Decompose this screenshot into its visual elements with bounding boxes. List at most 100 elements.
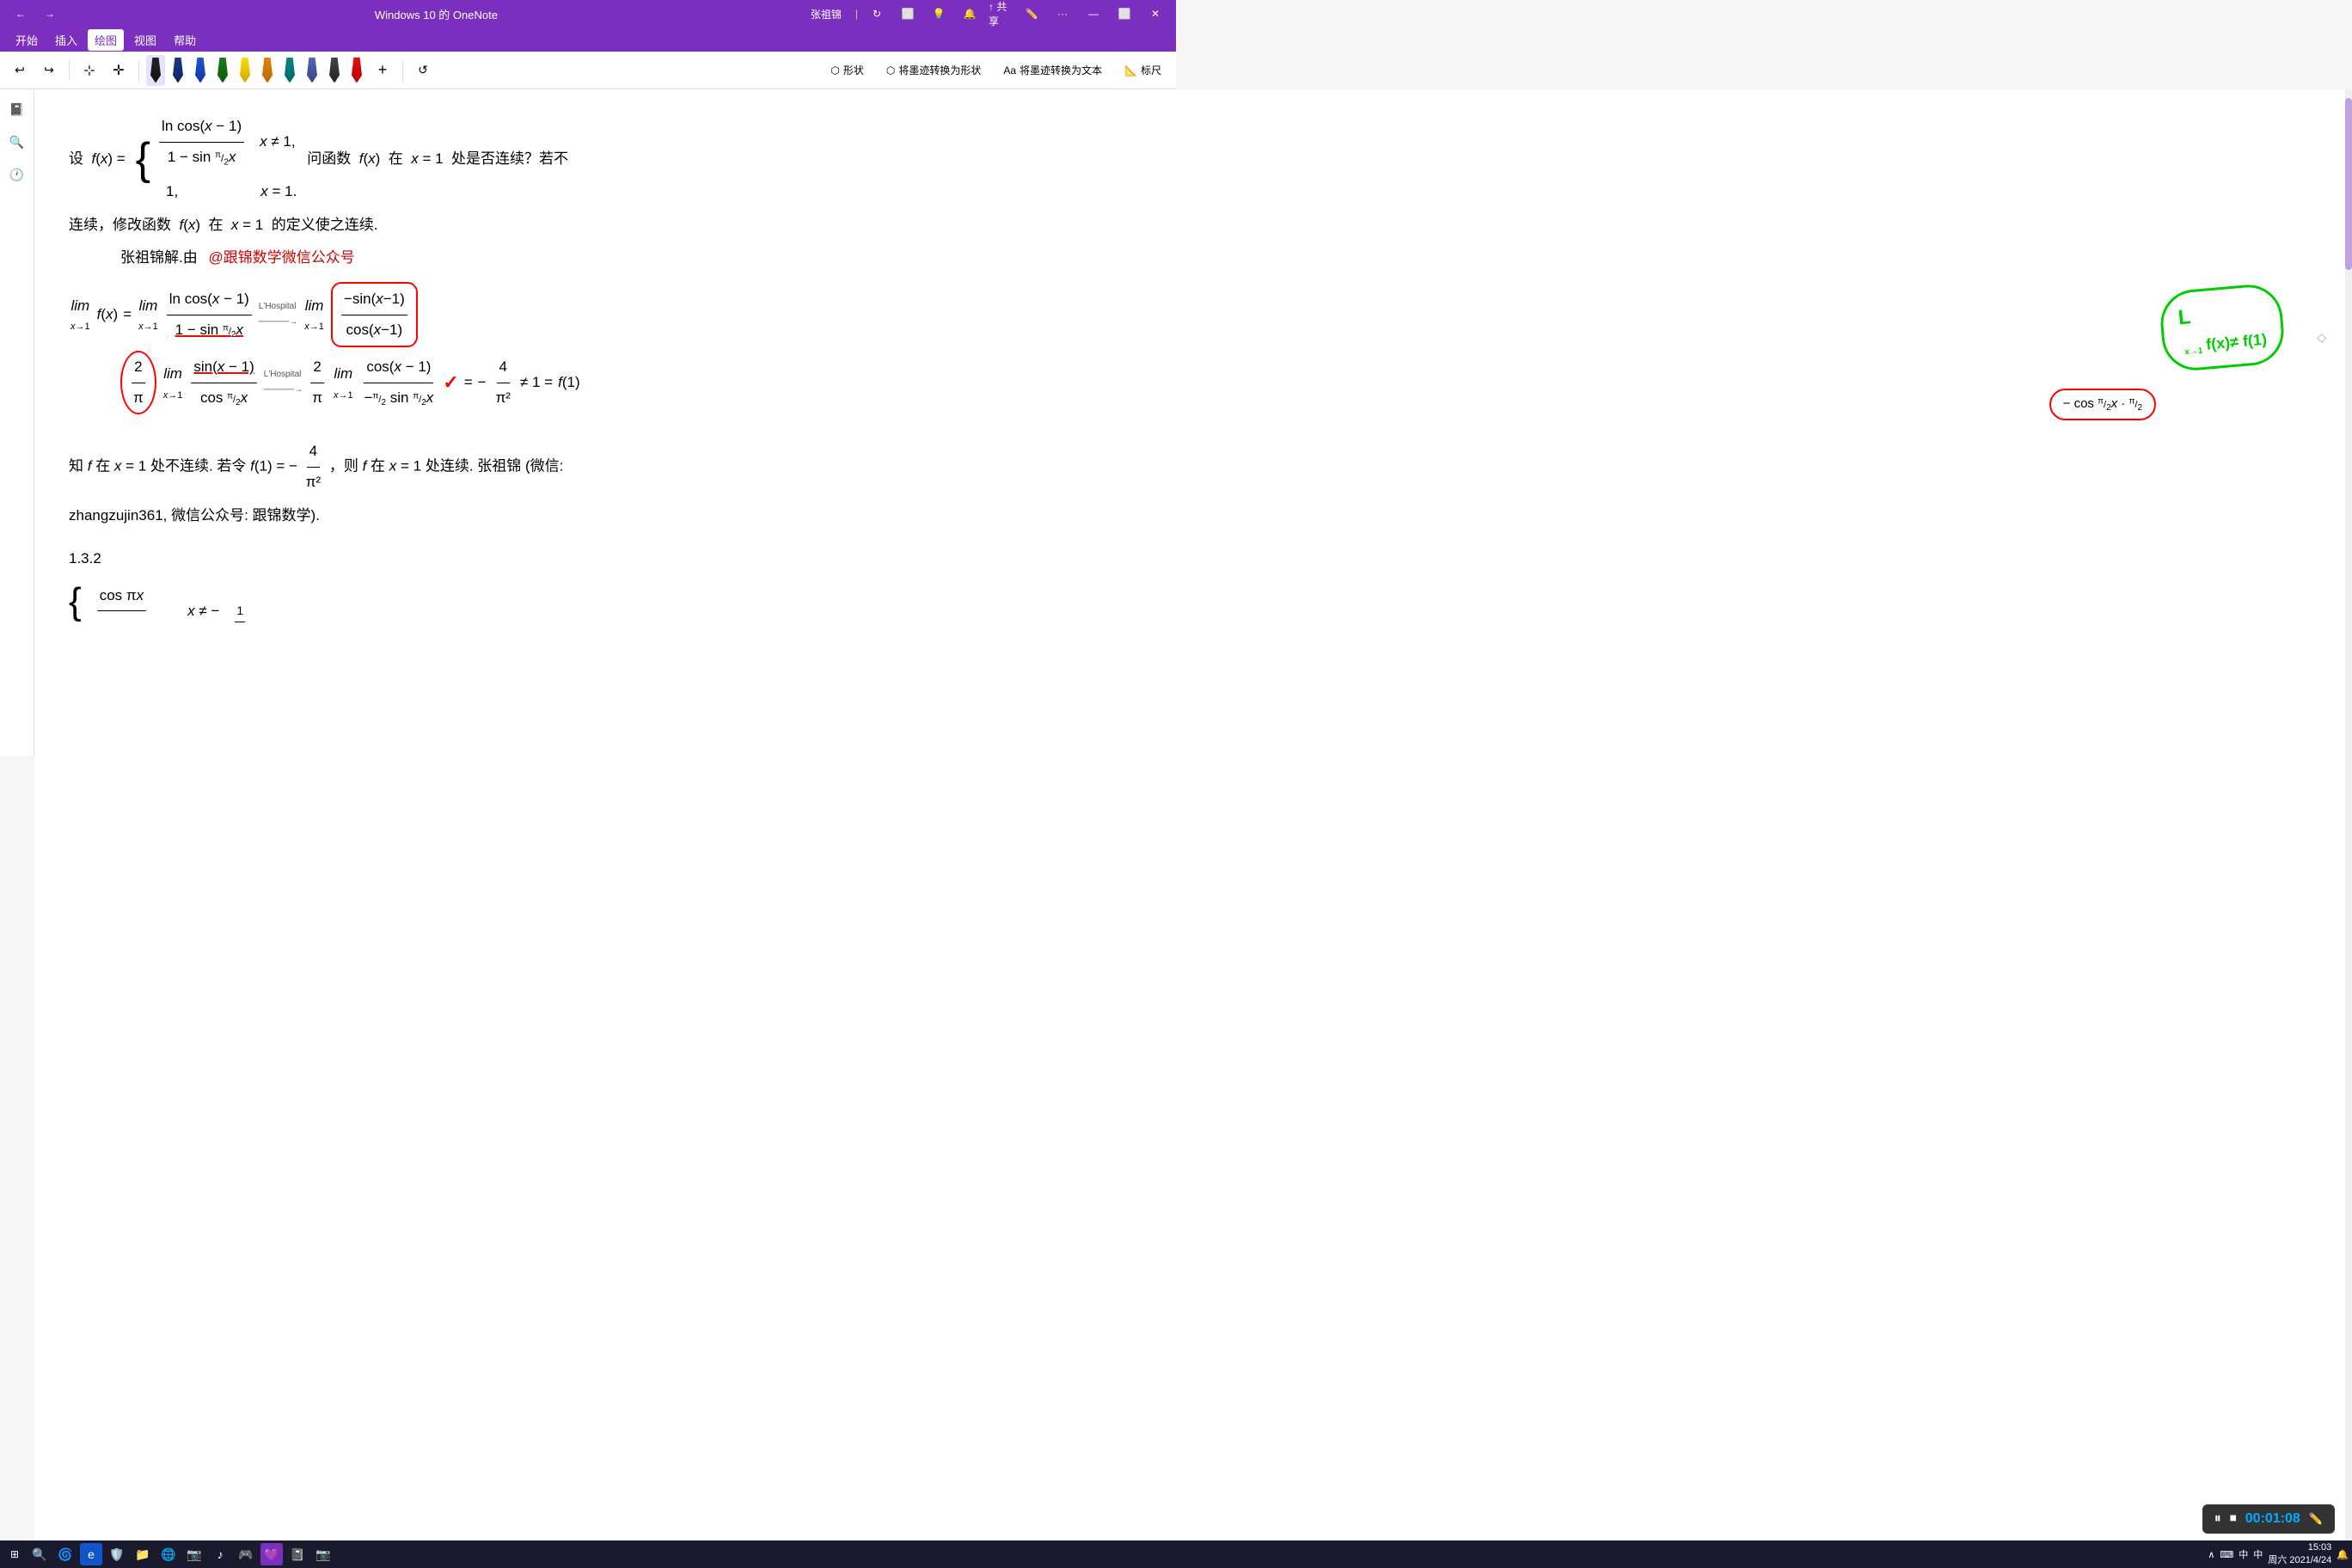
convert-text-button[interactable]: Aa 将墨迹转换为文本 [995, 59, 1110, 81]
ruler-label: 标尺 [1141, 63, 1161, 77]
lhospital-label-1: L'Hospital─────→ [259, 299, 297, 330]
question-text: 问函数 f(x) 在 x = 1 处是否连续？若不 [307, 146, 568, 173]
notification-icon[interactable]: 🔔 [2337, 1549, 2349, 1560]
share-button[interactable]: ↑ 共享 [989, 4, 1013, 23]
red-oval-denom: − cos π/2x · π/2 [2049, 389, 2156, 420]
taskbar-item-2[interactable]: e [80, 1543, 102, 1565]
wechat-handle: @跟锦数学微信公众号 [208, 249, 354, 266]
taskbar-item-5[interactable]: 🌐 [157, 1543, 180, 1565]
not-equal: ≠ 1 = [520, 370, 553, 396]
fraction-conclusion: 4 π² [303, 438, 323, 495]
case1-expr: ln cos(x − 1) 1 − sin π/2x [157, 113, 246, 170]
taskbar-item-11[interactable]: 📷 [312, 1543, 334, 1565]
pen-icon[interactable]: ✏️ [1020, 4, 1044, 23]
timer-display: 00:01:08 [2245, 1511, 2300, 1527]
scroll-thumb[interactable] [2345, 98, 2352, 270]
lim-5: lim x→1 [334, 361, 353, 404]
lim-4: lim x→1 [163, 361, 183, 404]
taskbar-item-6[interactable]: 📷 [183, 1543, 205, 1565]
clock-date: 周六 2021/4/24 [2268, 1554, 2331, 1567]
close-button[interactable]: ✕ [1143, 4, 1167, 23]
add-pen-button[interactable]: + [370, 58, 395, 83]
pen-dark-blue[interactable] [168, 55, 187, 86]
frac-cospi-numer: cos πx [97, 583, 146, 612]
restore-button[interactable]: ⬜ [1112, 4, 1136, 23]
fraction-1: ln cos(x − 1) 1 − sin π/2x [159, 113, 244, 170]
menu-insert[interactable]: 插入 [48, 29, 84, 51]
red-oval-numerator: −sin(x−1) cos(x−1) [331, 282, 418, 347]
pages-icon[interactable]: ⬜ [896, 4, 920, 23]
menu-start[interactable]: 开始 [9, 29, 45, 51]
search-taskbar[interactable]: 🔍 [28, 1543, 51, 1565]
lightbulb-icon[interactable]: 💡 [927, 4, 951, 23]
back-button[interactable]: ← [9, 4, 33, 23]
pen-blue[interactable] [191, 55, 210, 86]
separator-2 [138, 60, 139, 81]
pen-black[interactable] [146, 55, 165, 86]
sidebar-history-icon[interactable]: 🕐 [4, 162, 30, 187]
toolbar: ↩ ↪ ⊹ ✛ + ↺ ⬡ 形状 ⬡ 将墨迹转 [0, 52, 1176, 89]
pen-dark-gray[interactable] [325, 55, 344, 86]
scroll-bar[interactable] [2345, 89, 2352, 1540]
bell-icon[interactable]: 🔔 [958, 4, 982, 23]
problem-statement: 设 f(x) = { ln cos(x − 1) 1 − sin π/2x x … [69, 113, 2318, 205]
taskbar-item-4[interactable]: 📁 [132, 1543, 154, 1565]
menu-help[interactable]: 帮助 [167, 29, 203, 51]
conclusion-2: zhangzujin361, 微信公众号: 跟锦数学). [69, 503, 2318, 530]
shapes-label: 形状 [843, 63, 864, 77]
convert-ink-button[interactable]: ⬡ 将墨迹转换为形状 [879, 59, 989, 81]
lang-indicator: 中 [2239, 1547, 2248, 1561]
taskbar: ⊞ 🔍 🌀 e 🛡️ 📁 🌐 📷 ♪ 🎮 💜 📓 📷 ∧ ⌨ 中 中 15:03… [0, 1540, 2352, 1568]
clock-time: 15:03 [2268, 1541, 2331, 1554]
cont-text: 连续，修改函数 f(x) 在 x = 1 的定义使之连续. [69, 217, 377, 233]
forward-button[interactable]: → [38, 4, 62, 23]
start-button[interactable]: ⊞ [3, 1542, 26, 1566]
pen-yellow[interactable] [236, 55, 254, 86]
taskbar-arrow-up[interactable]: ∧ [2208, 1549, 2214, 1560]
undo-button[interactable]: ↩ [7, 58, 33, 83]
frac-cs-denom: −π/2 sin π/2x [362, 383, 437, 412]
menu-view[interactable]: 视图 [127, 29, 163, 51]
taskbar-item-8[interactable]: 🎮 [235, 1543, 257, 1565]
sidebar-notebook-icon[interactable]: 📓 [4, 96, 30, 122]
equals-2: = [464, 370, 473, 396]
keyboard-icon[interactable]: ⌨ [2220, 1549, 2233, 1560]
pause-button[interactable]: ⏸ [2214, 1511, 2221, 1527]
pen-teal[interactable] [280, 55, 299, 86]
menu-draw[interactable]: 绘图 [88, 29, 124, 51]
pen-gray-blue[interactable] [303, 55, 322, 86]
cases-container: ln cos(x − 1) 1 − sin π/2x x ≠ 1, 1, x =… [157, 113, 297, 205]
select-tool[interactable]: ⊹ [77, 58, 102, 83]
lim-symbol-5: lim [334, 361, 352, 388]
more-icon[interactable]: ··· [1050, 4, 1075, 23]
fraction-lhospital-1: −sin(x−1) cos(x−1) [341, 286, 407, 343]
ruler-button[interactable]: 📐 标尺 [1117, 59, 1169, 81]
stop-button[interactable]: ⏹ [2230, 1511, 2237, 1527]
pen-red[interactable] [347, 55, 366, 86]
pen-green-dark[interactable] [213, 55, 232, 86]
lim-sub-4: x→1 [163, 388, 183, 405]
taskbar-item-3[interactable]: 🛡️ [106, 1543, 128, 1565]
frac-cs-numer: cos(x − 1) [364, 354, 433, 383]
frac-sc-denom: cos π/2x [198, 383, 250, 412]
media-player: ⏸ ⏹ 00:01:08 ✏️ [2202, 1504, 2335, 1534]
conclusion-text-2: ，则 f 在 x = 1 处连续. 张祖锦 (微信: [329, 458, 564, 475]
redo-button[interactable]: ↪ [36, 58, 62, 83]
move-tool[interactable]: ✛ [106, 58, 132, 83]
convert-text-icon: Aa [1003, 64, 1016, 77]
taskbar-item-9[interactable]: 💜 [260, 1543, 283, 1565]
shapes-button[interactable]: ⬡ 形状 [823, 59, 872, 81]
sidebar-search-icon[interactable]: 🔍 [4, 129, 30, 155]
frac1-denom: 1 − sin π/2x [165, 143, 239, 171]
refresh-icon[interactable]: ↻ [865, 4, 889, 23]
piecewise-function: { ln cos(x − 1) 1 − sin π/2x x ≠ 1, 1, [136, 113, 297, 205]
taskbar-item-10[interactable]: 📓 [286, 1543, 309, 1565]
taskbar-item-1[interactable]: 🌀 [54, 1543, 77, 1565]
taskbar-item-7[interactable]: ♪ [209, 1543, 231, 1565]
minimize-button[interactable]: — [1081, 4, 1106, 23]
erase-button[interactable]: ↺ [410, 58, 436, 83]
pen-orange[interactable] [258, 55, 277, 86]
case1-cond: x ≠ 1, [260, 129, 295, 156]
frac-2pi-denom: π [131, 383, 146, 412]
window-controls-left: ← → [9, 4, 62, 23]
